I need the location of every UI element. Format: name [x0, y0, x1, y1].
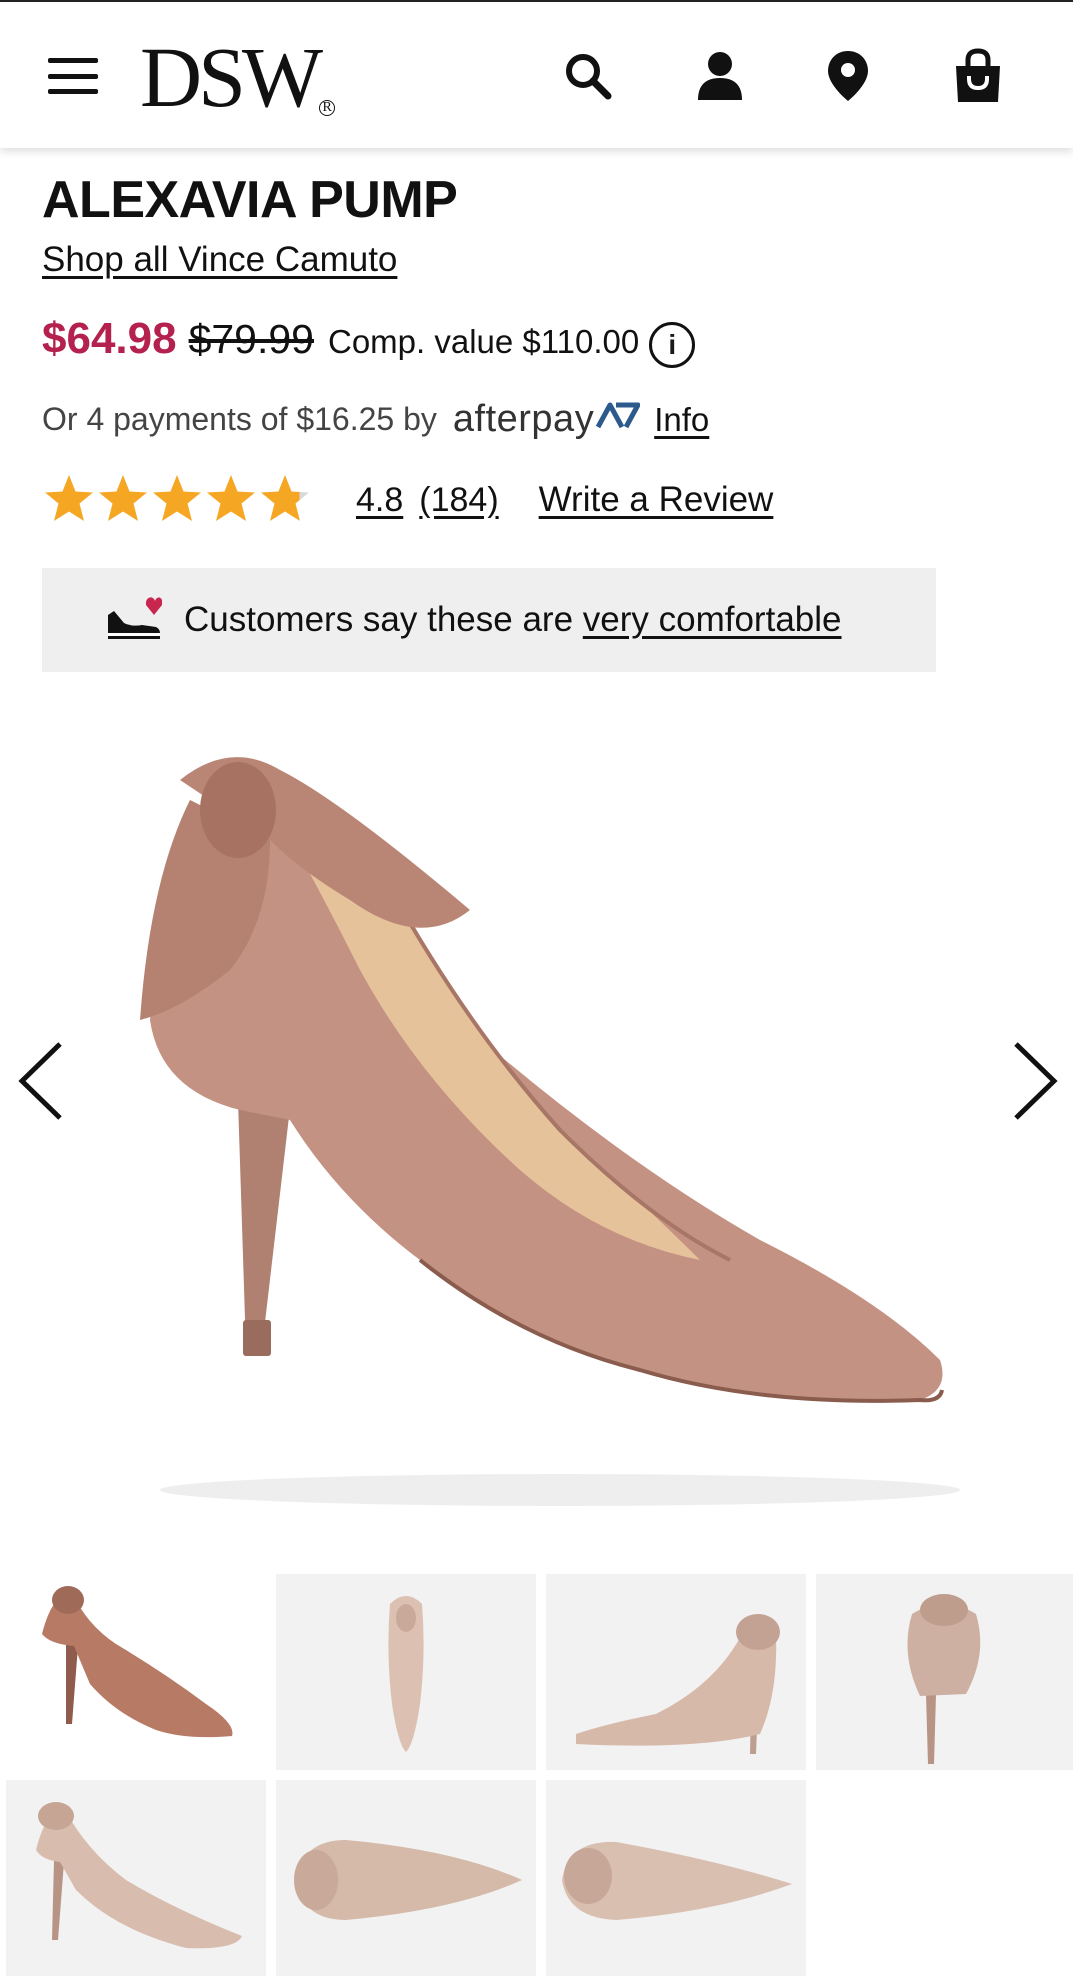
thumbnail-side-alt[interactable] — [6, 1780, 266, 1976]
star-icon — [207, 475, 255, 521]
thumbnail-back-angle[interactable] — [546, 1574, 806, 1770]
sneaker-heart-icon — [106, 593, 163, 648]
sale-price: $64.98 — [42, 314, 177, 363]
comp-value: Comp. value $110.00 — [327, 323, 640, 360]
star-icon — [261, 475, 309, 521]
comfort-banner: Customers say these are very comfortable — [42, 568, 936, 672]
registered-mark: R — [319, 100, 336, 116]
account-icon[interactable] — [692, 48, 748, 104]
location-pin-icon[interactable] — [820, 48, 876, 104]
product-title: ALEXAVIA PUMP — [42, 171, 458, 229]
info-icon[interactable]: i — [649, 322, 696, 368]
thumbnail-front[interactable] — [276, 1574, 536, 1770]
rating-value[interactable]: 4.8 — [356, 481, 403, 520]
menu-icon[interactable] — [48, 58, 98, 94]
original-price: $79.99 — [188, 316, 314, 362]
logo-text: DSW — [140, 29, 323, 125]
main-product-image[interactable] — [0, 700, 1073, 1550]
review-count[interactable]: (184) — [419, 481, 498, 520]
star-icon — [45, 475, 93, 521]
afterpay-brand-text: afterpay — [452, 398, 595, 440]
top-header: DSW R — [0, 0, 1073, 148]
next-image-arrow-icon[interactable] — [1004, 1036, 1064, 1126]
search-icon[interactable] — [560, 48, 616, 104]
star-icon — [153, 475, 201, 521]
previous-image-arrow-icon[interactable] — [12, 1036, 72, 1126]
thumbnail-side-bow[interactable] — [6, 1574, 266, 1770]
dsw-logo[interactable]: DSW R — [140, 34, 336, 120]
comfort-text: Customers say these are very comfortable — [184, 600, 842, 640]
afterpay-arrows-icon — [596, 398, 641, 441]
thumbnail-rear[interactable] — [816, 1574, 1073, 1770]
write-review-link[interactable]: Write a Review — [539, 480, 774, 520]
afterpay-row: Or 4 payments of $16.25 by afterpay Info — [42, 398, 709, 441]
thumbnail-sole[interactable] — [276, 1780, 536, 1976]
comfort-prefix: Customers say these are — [184, 600, 583, 639]
thumbnail-top[interactable] — [546, 1780, 806, 1976]
afterpay-info-link[interactable]: Info — [654, 401, 709, 439]
shop-brand-link[interactable]: Shop all Vince Camuto — [42, 240, 397, 280]
payments-text: Or 4 payments of $16.25 by — [42, 401, 437, 437]
very-comfortable-link[interactable]: very comfortable — [583, 600, 842, 639]
star-rating[interactable] — [42, 472, 314, 528]
afterpay-logo: afterpay — [452, 398, 641, 441]
star-icon — [99, 475, 147, 521]
rating-row: 4.8 (184) Write a Review — [42, 472, 773, 528]
shopping-bag-icon[interactable] — [950, 48, 1006, 104]
price-row: $64.98 $79.99 Comp. value $110.00 i — [42, 314, 696, 368]
